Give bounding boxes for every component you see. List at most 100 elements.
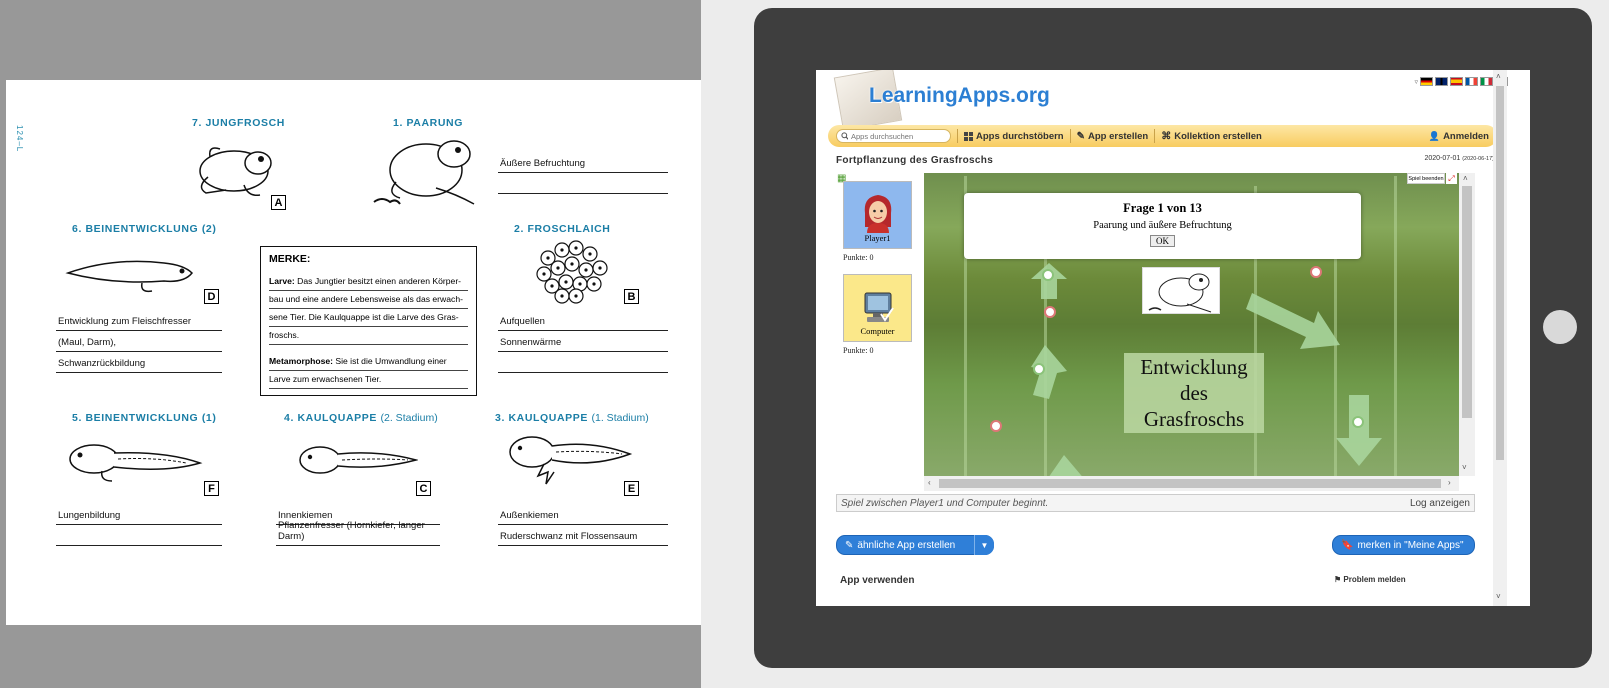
flag-icon: ⚑ bbox=[1334, 575, 1342, 584]
nav-login[interactable]: 👤 Anmelden bbox=[1429, 131, 1489, 142]
worksheet-page: 124–L 7. JUNGFROSCH A 1. PAARUNG Äußere … bbox=[6, 80, 701, 625]
log-status: Spiel zwischen Player1 und Computer begi… bbox=[841, 497, 1049, 509]
frogspawn-drawing bbox=[536, 240, 608, 304]
arrow-down-right-icon bbox=[1246, 293, 1340, 349]
drop-target-dot[interactable] bbox=[1033, 363, 1045, 375]
create-similar-app-button[interactable]: ✎ ähnliche App erstellen bbox=[836, 535, 994, 555]
letter-box-a: A bbox=[271, 195, 286, 210]
letter-box-d: D bbox=[204, 289, 219, 304]
center-title-card: Entwicklung des Grasfroschs bbox=[1124, 353, 1264, 433]
nav-separator bbox=[957, 129, 958, 143]
merke-title: MERKE: bbox=[269, 253, 311, 265]
scroll-down-icon[interactable]: ˅ bbox=[1462, 463, 1467, 472]
document-viewer: 124–L 7. JUNGFROSCH A 1. PAARUNG Äußere … bbox=[0, 0, 701, 688]
answer-line-beinentwicklung1-2 bbox=[56, 525, 222, 546]
scroll-thumb[interactable] bbox=[939, 479, 1441, 488]
flag-uk-icon[interactable] bbox=[1435, 77, 1448, 86]
player-avatar-icon bbox=[864, 195, 891, 233]
user-icon: 👤 bbox=[1428, 130, 1441, 141]
player1-name: Player1 bbox=[864, 233, 891, 243]
scroll-left-icon[interactable]: ‹ bbox=[928, 478, 931, 487]
merke-larve-line-4: froschs. bbox=[269, 327, 468, 345]
stage-title-beinentwicklung-2: 6. BEINENTWICKLUNG (2) bbox=[72, 223, 217, 235]
page-number: 124–L bbox=[15, 125, 24, 153]
letter-box-c: C bbox=[416, 481, 431, 496]
caret-down-icon: ▼ bbox=[980, 540, 989, 550]
merke-larve-line-2: bau und eine andere Lebensweise als das … bbox=[269, 291, 468, 309]
nav-create-collection[interactable]: ⌘ Kollektion erstellen bbox=[1161, 131, 1262, 142]
bookmark-icon: 🔖 bbox=[1341, 539, 1354, 551]
stage-title-beinentwicklung-1: 5. BEINENTWICKLUNG (1) bbox=[72, 412, 217, 424]
report-problem-link[interactable]: ⚑ Problem melden bbox=[1334, 575, 1406, 584]
letter-box-b: B bbox=[624, 289, 639, 304]
exit-game-button[interactable]: Spiel beenden bbox=[1407, 173, 1445, 184]
answer-line-paarung-2 bbox=[498, 173, 668, 194]
answer-line-kaulquappe1-2: Ruderschwanz mit Flossensaum bbox=[498, 525, 668, 546]
answer-line-froschlaich-3 bbox=[498, 352, 668, 373]
drop-target-dot[interactable] bbox=[990, 420, 1002, 432]
tadpole-stage2-drawing bbox=[299, 446, 418, 474]
mating-frog-card[interactable] bbox=[1142, 267, 1220, 314]
stage-title-kaulquappe-1: 3. KAULQUAPPE (1. Stadium) bbox=[495, 412, 649, 424]
remember-in-my-apps-button[interactable]: 🔖 merken in "Meine Apps" bbox=[1332, 535, 1475, 555]
log-bar: Spiel zwischen Player1 und Computer begi… bbox=[836, 494, 1475, 512]
merke-larve-line-3: sene Tier. Die Kaulquappe ist die Larve … bbox=[269, 309, 468, 327]
scroll-right-icon[interactable]: › bbox=[1448, 478, 1451, 487]
scroll-up-icon[interactable]: ˄ bbox=[1463, 174, 1468, 183]
search-input[interactable] bbox=[851, 131, 946, 141]
computer-name: Computer bbox=[860, 326, 895, 336]
show-log-button[interactable]: Log anzeigen bbox=[1410, 498, 1470, 509]
app-date: 2020-07-01 (2020-06-17) bbox=[1424, 155, 1494, 162]
drop-target-dot[interactable] bbox=[1042, 269, 1054, 281]
nav-separator bbox=[1154, 129, 1156, 143]
tadpole-legs-drawing bbox=[69, 444, 203, 482]
page-vertical-scrollbar[interactable]: ˄ ˅ bbox=[1493, 70, 1507, 606]
nav-separator bbox=[1069, 129, 1071, 143]
stage-title-jungfrosch: 7. JUNGFROSCH bbox=[192, 117, 285, 129]
merke-meta-line-2: Larve zum erwachsenen Tier. bbox=[269, 371, 468, 389]
search-icon bbox=[841, 132, 848, 140]
answer-line-beinentwicklung2-1: Entwicklung zum Fleischfresser bbox=[56, 310, 222, 331]
quiz-frame: ▦ Player1 Punkte: 0 Computer Punkte: 0 S… bbox=[836, 173, 1475, 491]
arrow-partial-icon bbox=[1049, 455, 1082, 476]
flags-dropdown-icon[interactable]: ▿ bbox=[1414, 78, 1418, 86]
computer-card: Computer bbox=[843, 274, 912, 342]
scroll-thumb[interactable] bbox=[1462, 186, 1472, 418]
young-frog-drawing bbox=[199, 147, 272, 197]
nav-create-app[interactable]: ✎ App erstellen bbox=[1077, 131, 1149, 142]
nav-browse-apps[interactable]: Apps durchstöbern bbox=[964, 131, 1064, 142]
flag-fr-icon[interactable] bbox=[1465, 77, 1478, 86]
letter-box-e: E bbox=[624, 481, 639, 496]
tablet-home-button[interactable] bbox=[1543, 310, 1577, 344]
scroll-up-icon[interactable]: ˄ bbox=[1496, 72, 1501, 81]
drop-target-dot[interactable] bbox=[1044, 306, 1056, 318]
froglet-tail-drawing bbox=[65, 260, 194, 293]
question-counter: Frage 1 von 13 bbox=[1123, 201, 1202, 215]
reed-decoration bbox=[1394, 176, 1397, 476]
answer-line-paarung-1: Äußere Befruchtung bbox=[498, 152, 668, 173]
scroll-thumb[interactable] bbox=[1496, 86, 1504, 460]
drop-target-dot[interactable] bbox=[1352, 416, 1364, 428]
arrow-down-icon bbox=[1336, 395, 1382, 466]
game-vertical-scrollbar[interactable]: ˄ ˅ bbox=[1459, 173, 1475, 476]
arrow-up-icon bbox=[1031, 263, 1067, 299]
search-box bbox=[836, 129, 951, 143]
drop-target-dot[interactable] bbox=[1310, 266, 1322, 278]
similar-app-dropdown-toggle[interactable]: ▼ bbox=[974, 535, 994, 555]
flag-it-icon[interactable] bbox=[1480, 77, 1493, 86]
fullscreen-icon[interactable]: ⤢ bbox=[1446, 173, 1457, 184]
learningapps-logo[interactable]: LearningApps.org bbox=[869, 84, 1050, 108]
merke-larve-line-1: Larve: Das Jungtier besitzt einen andere… bbox=[269, 273, 468, 291]
flag-de-icon[interactable] bbox=[1420, 77, 1433, 86]
ok-button[interactable]: OK bbox=[1150, 235, 1175, 247]
scroll-down-icon[interactable]: ˅ bbox=[1496, 592, 1501, 601]
answer-line-beinentwicklung2-2: (Maul, Darm), bbox=[56, 331, 222, 352]
game-board: Spiel beenden ⤢ Frage 1 von 13 Paarung u… bbox=[924, 173, 1459, 476]
pencil-icon: ✎ bbox=[1076, 130, 1086, 142]
arrow-up-right-icon bbox=[1031, 345, 1067, 399]
computer-icon bbox=[864, 292, 894, 322]
tadpole-stage1-drawing bbox=[509, 436, 633, 485]
game-horizontal-scrollbar[interactable]: ‹ › bbox=[924, 476, 1459, 491]
answer-line-kaulquappe1-1: Außenkiemen bbox=[498, 504, 668, 525]
flag-es-icon[interactable] bbox=[1450, 77, 1463, 86]
